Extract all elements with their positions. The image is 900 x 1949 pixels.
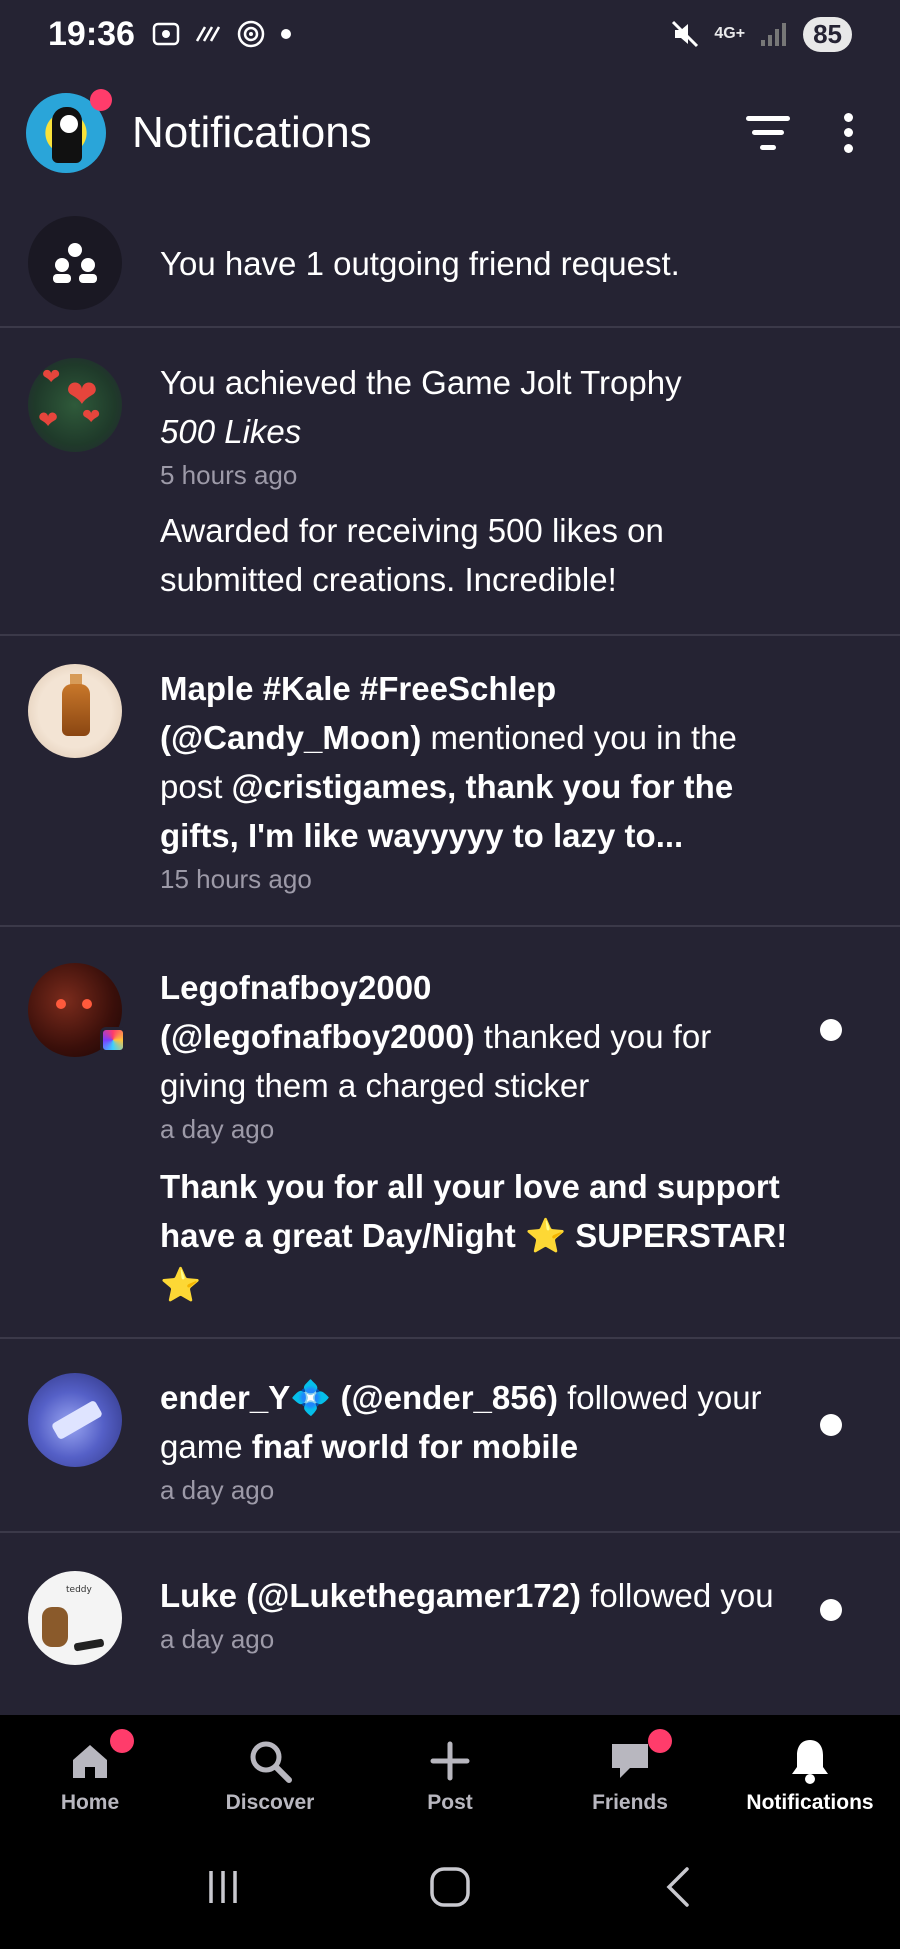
bottom-nav: Home Discover Post Friends Notifications <box>0 1715 900 1825</box>
nav-notifications[interactable]: Notifications <box>720 1715 900 1825</box>
user-name[interactable]: Legofnafboy2000 <box>160 969 431 1006</box>
notification-text: You achieved the Game Jolt Trophy 500 Li… <box>160 358 802 456</box>
nav-discover[interactable]: Discover <box>180 1715 360 1825</box>
nav-label: Home <box>60 1791 120 1814</box>
user-handle[interactable]: (@ender_856) <box>341 1379 558 1416</box>
notification-friend-request[interactable]: You have 1 outgoing friend request. <box>0 200 900 328</box>
user-name[interactable]: Maple #Kale #FreeSchlep <box>160 670 556 707</box>
notification-time: 5 hours ago <box>160 460 298 490</box>
signal-icon <box>761 23 787 46</box>
screen-record-icon <box>152 22 180 46</box>
avatar-caption: teddy <box>66 1585 92 1595</box>
notification-follow[interactable]: teddy Luke (@Lukethegamer172) followed y… <box>0 1533 900 1713</box>
unread-dot <box>820 1019 842 1041</box>
user-name[interactable]: ender_Y💠 <box>160 1379 331 1416</box>
notification-sticker-thanks[interactable]: Legofnafboy2000 (@legofnafboy2000) thank… <box>0 927 900 1339</box>
post-title-link[interactable]: @cristigames, thank you for the gifts, I… <box>160 768 733 854</box>
user-name[interactable]: Luke <box>160 1577 237 1614</box>
nav-label: Discover <box>225 1791 315 1814</box>
avatar-notification-dot <box>90 88 112 111</box>
notification-text: You have 1 outgoing friend request. <box>160 244 680 282</box>
system-nav-bar <box>0 1825 900 1949</box>
notification-follow-game[interactable]: ender_Y💠 (@ender_856) followed your game… <box>0 1339 900 1533</box>
chat-icon <box>608 1737 652 1785</box>
notification-time: 15 hours ago <box>160 864 312 894</box>
hotspot-icon <box>237 20 265 48</box>
notification-time: a day ago <box>160 1624 275 1654</box>
user-handle[interactable]: (@Candy_Moon) <box>160 719 421 756</box>
notification-text: Luke (@Lukethegamer172) followed you <box>160 1571 802 1620</box>
user-handle[interactable]: (@legofnafboy2000) <box>160 1018 475 1055</box>
nav-label: Post <box>427 1791 473 1814</box>
nav-home[interactable]: Home <box>0 1715 180 1825</box>
header-actions <box>746 112 874 153</box>
creator-badge-icon <box>100 1027 126 1053</box>
notification-text: Maple #Kale #FreeSchlep (@Candy_Moon) me… <box>160 664 802 860</box>
dot-icon <box>280 29 291 39</box>
nav-friends[interactable]: Friends <box>540 1715 720 1825</box>
trophy-description: Awarded for receiving 500 likes on submi… <box>160 512 664 598</box>
sticker-message: Thank you for all your love and support … <box>160 1168 788 1303</box>
notification-content: You have 1 outgoing friend request. <box>160 239 872 288</box>
friends-badge <box>648 1729 672 1753</box>
friends-icon <box>28 216 122 310</box>
notification-text: ender_Y💠 (@ender_856) followed your game… <box>160 1373 802 1471</box>
user-avatar-luke[interactable]: teddy <box>28 1571 122 1665</box>
battery-indicator: 85 <box>803 16 852 52</box>
search-icon <box>247 1737 293 1785</box>
notification-content: You achieved the Game Jolt Trophy 500 Li… <box>160 358 872 634</box>
user-avatar-maple[interactable] <box>28 664 122 758</box>
plus-icon <box>430 1737 470 1785</box>
trophy-name: 500 Likes <box>160 413 302 450</box>
notification-content: Maple #Kale #FreeSchlep (@Candy_Moon) me… <box>160 664 872 925</box>
notification-time: a day ago <box>160 1114 275 1144</box>
notification-text: Legofnafboy2000 (@legofnafboy2000) thank… <box>160 963 802 1110</box>
trophy-text-prefix: You achieved the Game Jolt Trophy <box>160 364 682 401</box>
notification-content: Legofnafboy2000 (@legofnafboy2000) thank… <box>160 963 872 1337</box>
status-time: 19:36 <box>48 14 135 53</box>
nav-post[interactable]: Post <box>360 1715 540 1825</box>
recent-apps-button[interactable] <box>183 1847 263 1927</box>
nav-label: Friends <box>592 1791 668 1814</box>
notification-content: Luke (@Lukethegamer172) followed you a d… <box>160 1571 872 1713</box>
trophy-icon: ❤ ❤ ❤ ❤ <box>28 358 122 452</box>
unread-dot <box>820 1414 842 1436</box>
notification-time: a day ago <box>160 1475 275 1505</box>
status-icons-left <box>151 18 293 50</box>
notification-content: ender_Y💠 (@ender_856) followed your game… <box>160 1373 872 1531</box>
unread-dot <box>820 1599 842 1621</box>
nav-label: Notifications <box>746 1791 874 1814</box>
network-type: 4G+ <box>714 25 746 42</box>
user-avatar-button[interactable] <box>26 88 112 173</box>
more-options-icon[interactable] <box>842 112 854 153</box>
notification-mention[interactable]: Maple #Kale #FreeSchlep (@Candy_Moon) me… <box>0 636 900 927</box>
status-bar: 19:36 4G+ 85 <box>0 0 900 68</box>
app-header: Notifications <box>0 80 900 185</box>
bell-icon <box>789 1737 831 1785</box>
home-icon <box>69 1737 111 1785</box>
game-title-link[interactable]: fnaf world for mobile <box>252 1428 578 1465</box>
home-badge <box>110 1729 134 1753</box>
home-button[interactable] <box>410 1847 490 1927</box>
user-handle[interactable]: (@Lukethegamer172) <box>246 1577 581 1614</box>
status-icons-right: 4G+ 85 <box>670 16 852 52</box>
page-title: Notifications <box>132 107 372 157</box>
notification-action: followed you <box>590 1577 774 1614</box>
mute-icon <box>672 20 699 48</box>
notification-trophy[interactable]: ❤ ❤ ❤ ❤ You achieved the Game Jolt Troph… <box>0 328 900 636</box>
back-button[interactable] <box>637 1847 717 1927</box>
nfc-icon <box>195 26 221 42</box>
user-avatar-ender[interactable] <box>28 1373 122 1467</box>
filter-icon[interactable] <box>746 115 790 150</box>
notification-list: You have 1 outgoing friend request. ❤ ❤ … <box>0 200 900 1713</box>
